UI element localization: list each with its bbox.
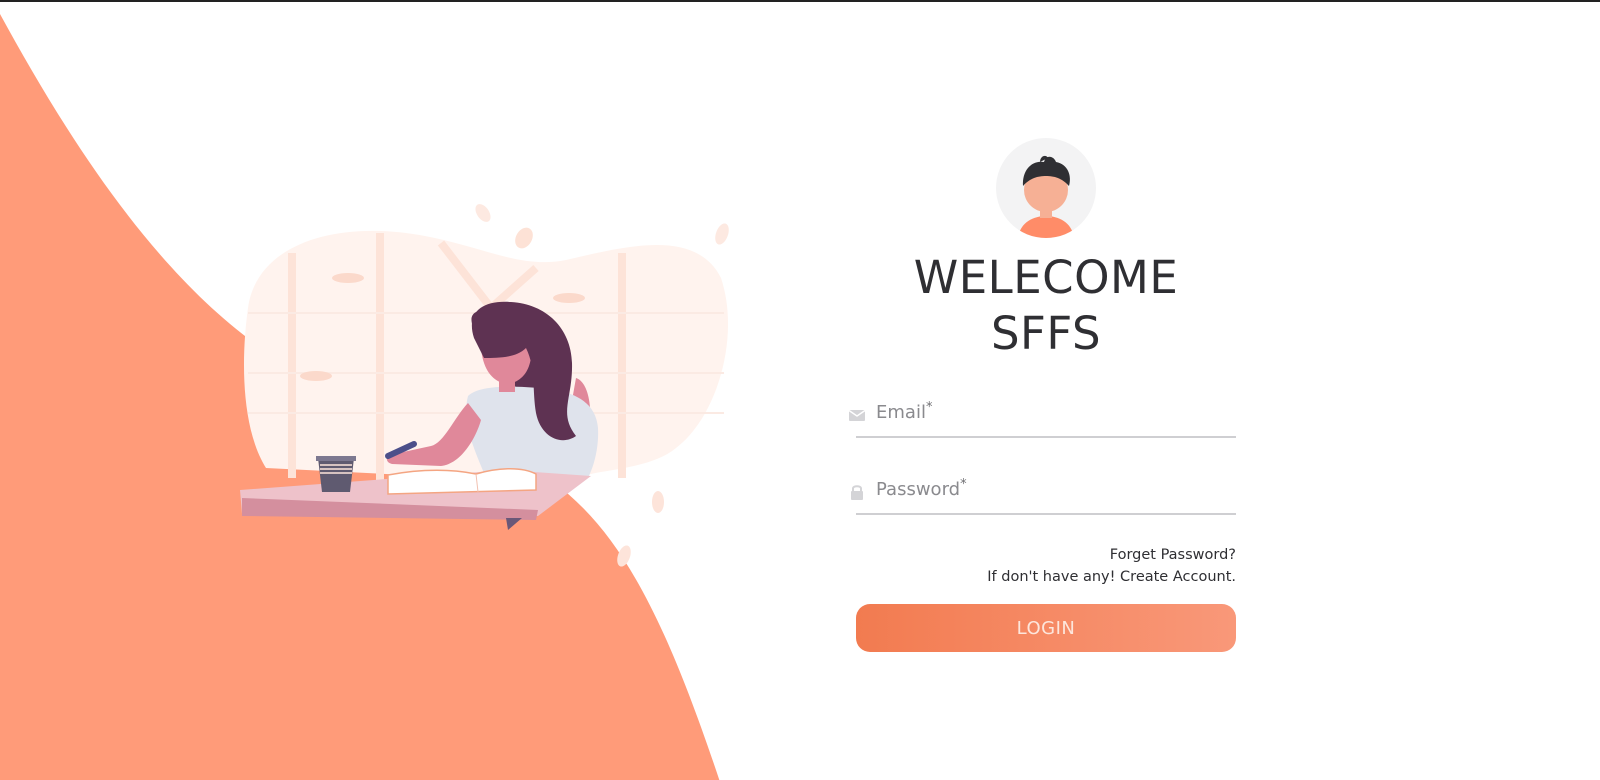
login-page: WELECOME SFFS Email* Password* Forget Pa…: [0, 0, 1600, 780]
email-field[interactable]: Email*: [848, 396, 1236, 438]
password-field[interactable]: Password*: [851, 473, 1236, 515]
create-account-link[interactable]: If don't have any! Create Account.: [856, 566, 1236, 588]
forget-password-link[interactable]: Forget Password?: [856, 544, 1236, 566]
user-avatar-icon: [996, 138, 1096, 238]
lock-icon: [848, 483, 866, 501]
title-line-1: WELECOME: [913, 251, 1179, 304]
auth-links: Forget Password? If don't have any! Crea…: [856, 544, 1236, 588]
title-line-2: SFFS: [990, 307, 1102, 360]
login-button[interactable]: LOGIN: [856, 604, 1236, 652]
email-input[interactable]: [876, 396, 1230, 436]
envelope-icon: [848, 406, 866, 424]
woman-writing-illustration: [240, 204, 729, 567]
password-input[interactable]: [876, 473, 1230, 513]
page-title: WELECOME SFFS: [856, 250, 1236, 362]
